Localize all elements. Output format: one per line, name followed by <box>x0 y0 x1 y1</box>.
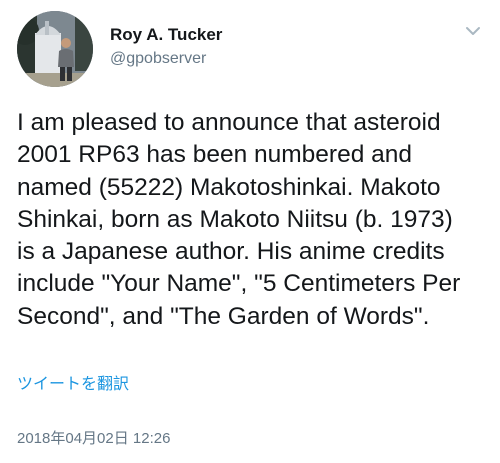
tweet-text-line: I am pleased to announce that asteroid <box>17 109 441 136</box>
tweet-text-line: Second", and "The Garden of Words". <box>17 302 430 330</box>
tweet-text-line: Shinkai, born as Makoto Niitsu (b. 1973) <box>17 205 453 233</box>
tweet-text-line: is a Japanese author. His anime credits <box>17 238 445 266</box>
avatar[interactable] <box>17 11 93 87</box>
tweet-text-line: include "Your Name", "5 Centimeters Per <box>17 270 461 298</box>
chevron-down-icon[interactable] <box>464 24 482 38</box>
author-handle[interactable]: @gpobserver <box>110 48 222 70</box>
tweet-text: I am pleased to announce that asteroid 2… <box>17 107 492 333</box>
tweet-text-line: named (55222) Makotoshinkai. Makoto <box>17 173 441 201</box>
author-block[interactable]: Roy A. Tucker @gpobserver <box>110 24 222 70</box>
avatar-photo <box>17 11 93 87</box>
translate-tweet-link[interactable]: ツイートを翻訳 <box>17 374 129 396</box>
author-display-name[interactable]: Roy A. Tucker <box>110 24 222 46</box>
tweet-text-line: 2001 RP63 has been numbered and <box>17 141 413 169</box>
tweet-timestamp[interactable]: 2018年04月02日 12:26 <box>17 429 170 449</box>
tweet-card: Roy A. Tucker @gpobserver I am pleased t… <box>0 0 500 463</box>
